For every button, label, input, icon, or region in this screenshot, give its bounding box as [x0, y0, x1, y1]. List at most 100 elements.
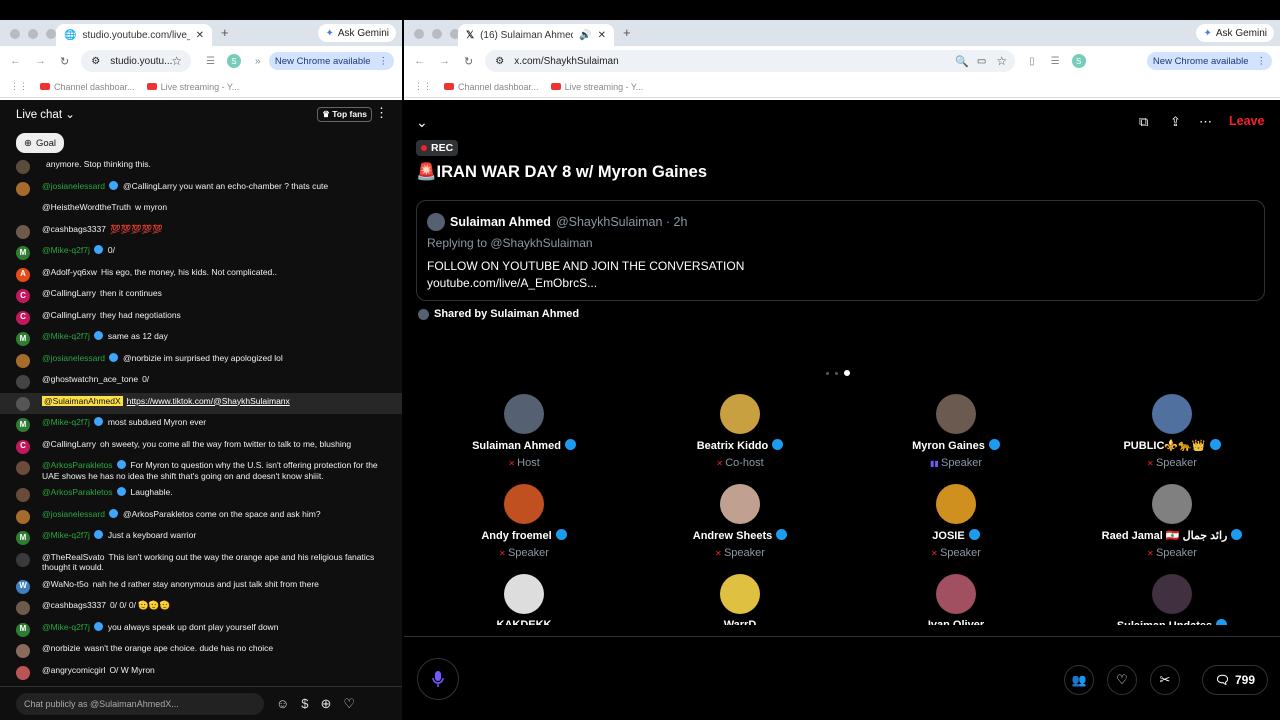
back-icon[interactable]: ← — [10, 55, 21, 67]
speaker-tile[interactable]: Raed Jamal 🇱🇧 رائد جمال ✕ Speaker — [1064, 484, 1280, 559]
mic-button[interactable] — [417, 658, 459, 700]
speaker-tile[interactable]: Beatrix Kiddo ✕ Co-host — [632, 394, 848, 469]
chat-message[interactable]: @josianelessard @CallingLarry you want an… — [0, 178, 402, 200]
chat-author[interactable]: @Adolf-yq6xw — [42, 267, 97, 277]
chat-author[interactable]: @cashbags3337 — [42, 224, 106, 234]
speaker-tile[interactable]: Sulaiman Updates — [1064, 574, 1280, 625]
apps-icon[interactable]: ⋮⋮ — [414, 81, 432, 92]
speaker-tile[interactable]: Andrew Sheets ✕ Speaker — [632, 484, 848, 559]
speaker-tile[interactable]: PUBLIC⚜️🐆👑 ✕ Speaker — [1064, 394, 1280, 469]
chat-avatar[interactable]: M — [16, 332, 30, 346]
chat-avatar[interactable]: C — [16, 289, 30, 303]
chat-message[interactable]: M @Mike-q2f7j Just a keyboard warrior — [0, 527, 402, 549]
chat-message[interactable]: W @WaNo-t5o nah he d rather stay anonymous… — [0, 576, 402, 598]
page-dot[interactable] — [826, 371, 829, 375]
ask-gemini-button[interactable]: ✦ Ask Gemini — [318, 24, 396, 42]
chat-avatar[interactable] — [16, 552, 30, 567]
reload-icon[interactable]: ↻ — [464, 55, 473, 68]
chat-message[interactable]: @SulaimanAhmedX https://www.tiktok.com/@S… — [0, 392, 402, 414]
speaker-tile[interactable]: Andy froemel ✕ Speaker — [416, 484, 632, 559]
chat-message[interactable]: C @CallingLarry then it continues — [0, 285, 402, 307]
sidebar-icon[interactable]: ▯ — [1029, 56, 1035, 67]
chat-avatar[interactable] — [16, 644, 30, 658]
emoji-icon[interactable]: ☺ — [276, 696, 289, 711]
profile-avatar[interactable]: S — [1071, 54, 1086, 68]
close-tab-icon[interactable]: ✕ — [598, 30, 606, 41]
chat-message[interactable]: A @Adolf-yq6xw His ego, the money, his kid… — [0, 264, 402, 286]
bookmark-star-icon[interactable]: ☆ — [171, 54, 182, 68]
chat-message[interactable]: C @CallingLarry they had negotiations — [0, 307, 402, 329]
super-chat-icon[interactable]: $ — [301, 696, 308, 711]
window-controls[interactable] — [10, 29, 56, 39]
chat-message[interactable]: @ArkosParakletos Laughable. — [0, 484, 402, 506]
page-dot-active[interactable] — [844, 370, 850, 376]
speaker-tile[interactable]: Ivan Oliver — [848, 574, 1064, 625]
chat-message[interactable]: M @Mike-q2f7j most subdued Myron ever — [0, 414, 402, 436]
chat-avatar[interactable]: W — [16, 579, 30, 594]
speaker-tile[interactable]: KAKDEKK — [416, 574, 632, 625]
chat-author[interactable]: @ghostwatchn_ace_tone — [42, 374, 138, 384]
chat-avatar[interactable] — [16, 203, 30, 217]
cast-icon[interactable]: ▭ — [977, 56, 986, 67]
more-options-icon[interactable]: ⋯ — [1199, 114, 1212, 130]
chat-avatar[interactable] — [16, 509, 30, 524]
chat-message[interactable]: anymore. Stop thinking this. — [0, 156, 402, 178]
chat-author[interactable]: @Mike-q2f7j — [42, 417, 90, 427]
dock-icon[interactable]: ⧉ — [1139, 114, 1148, 130]
chat-avatar[interactable]: C — [16, 310, 30, 325]
bookmark-star-icon[interactable]: ☆ — [996, 54, 1007, 68]
chat-message[interactable]: @josianelessard @ArkosParakletos come on … — [0, 506, 402, 528]
new-tab-button[interactable]: + — [221, 25, 229, 40]
extension-icon[interactable]: ☰ — [206, 56, 215, 67]
new-chrome-available-button[interactable]: New Chrome available ⋮ — [1146, 52, 1272, 70]
chat-link[interactable]: https://www.tiktok.com/@ShaykhSulaimanx — [127, 396, 290, 406]
overflow-icon[interactable]: » — [255, 56, 261, 67]
chat-avatar[interactable]: M — [16, 418, 30, 432]
live-chat-dropdown[interactable]: Live chat ⌄ — [16, 107, 75, 121]
chat-message[interactable]: M @Mike-q2f7j same as 12 day — [0, 328, 402, 350]
address-bar[interactable]: ⚙ x.com/ShaykhSulaiman — [485, 50, 1016, 72]
chat-avatar[interactable]: C — [16, 439, 30, 454]
chat-message[interactable]: @cashbags3337 💯💯💯💯💯 — [0, 221, 402, 243]
new-tab-button[interactable]: + — [623, 25, 631, 40]
chat-author[interactable]: @angrycomicgirl — [42, 665, 105, 675]
tab-live-chat[interactable]: 🌐 studio.youtube.com/live_chat ✕ — [56, 24, 212, 46]
share-icon[interactable]: ⇪ — [1170, 114, 1181, 130]
chat-author[interactable]: @norbizie — [42, 643, 80, 653]
participants-button[interactable]: 👥 — [1064, 665, 1094, 695]
chat-avatar[interactable] — [16, 160, 30, 174]
profile-avatar[interactable]: S — [226, 54, 241, 68]
chat-author[interactable]: @CallingLarry — [42, 288, 96, 298]
page-dot[interactable] — [835, 371, 838, 375]
bookmark-channel-dashboard[interactable]: Channel dashboar... — [444, 82, 539, 92]
chat-input[interactable]: Chat publicly as @SulaimanAhmedX... — [16, 692, 264, 715]
post-link[interactable]: youtube.com/live/A_EmObrcS... — [427, 276, 597, 290]
comments-count-button[interactable]: 🗨 799 — [1201, 665, 1268, 695]
react-button[interactable]: ♡ — [1107, 665, 1137, 695]
add-icon[interactable]: ⊕ — [321, 696, 332, 712]
more-options-icon[interactable]: ⋮ — [375, 105, 388, 121]
chat-avatar[interactable] — [16, 224, 30, 239]
chat-author[interactable]: @Mike-q2f7j — [42, 331, 90, 341]
top-fans-button[interactable]: ♛ Top fans — [317, 107, 372, 122]
bookmark-channel-dashboard[interactable]: Channel dashboar... — [40, 82, 135, 92]
forward-icon[interactable]: → — [439, 55, 450, 67]
chat-author[interactable]: @Mike-q2f7j — [42, 622, 90, 632]
chat-avatar[interactable] — [16, 353, 30, 368]
chat-message[interactable]: @HeistheWordtheTruth w myron — [0, 199, 402, 221]
chat-message[interactable]: @ghostwatchn_ace_tone 0/ — [0, 371, 402, 393]
chat-author[interactable]: @WaNo-t5o — [42, 579, 89, 589]
extension-icon[interactable]: ☰ — [1051, 56, 1060, 67]
chat-avatar[interactable]: A — [16, 267, 30, 282]
chat-avatar[interactable] — [16, 396, 30, 411]
window-controls[interactable] — [414, 29, 460, 39]
chat-author[interactable]: @CallingLarry — [42, 439, 96, 449]
zoom-icon[interactable]: 🔍 — [955, 55, 969, 68]
chat-avatar[interactable] — [16, 665, 30, 680]
heart-icon[interactable]: ♡ — [343, 696, 355, 712]
chat-avatar[interactable] — [16, 181, 30, 196]
chat-message[interactable]: M @Mike-q2f7j 0/ — [0, 242, 402, 264]
close-tab-icon[interactable]: ✕ — [196, 30, 204, 41]
chat-author[interactable]: @Mike-q2f7j — [42, 245, 90, 255]
speaker-tile[interactable]: WarrD — [632, 574, 848, 625]
